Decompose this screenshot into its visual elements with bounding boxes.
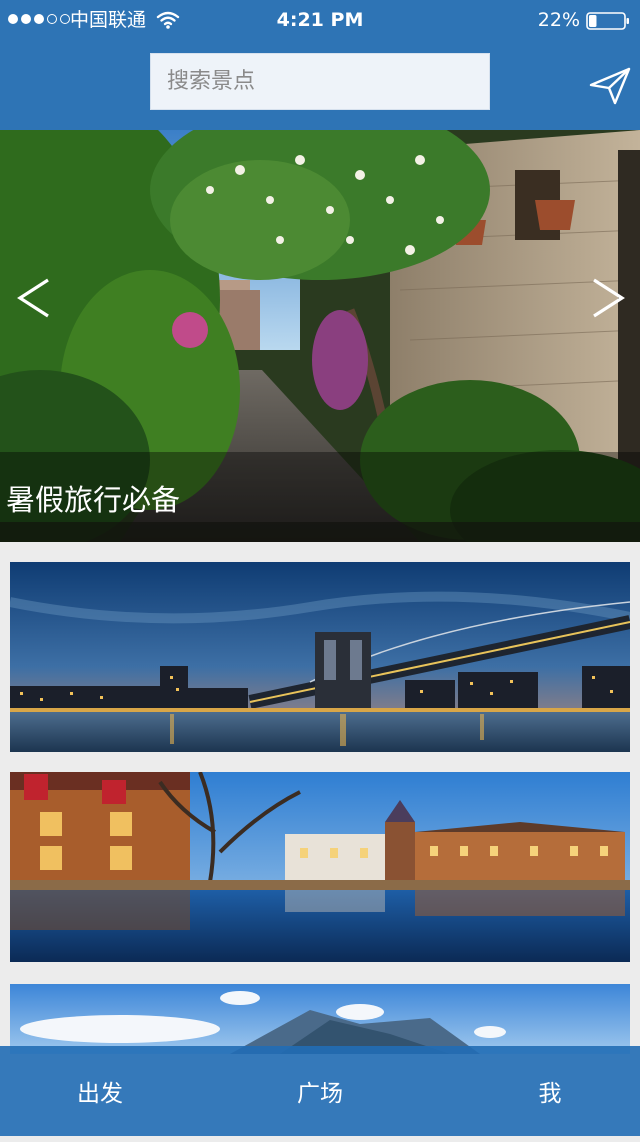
tab-depart[interactable]: 出发 (10, 1046, 190, 1136)
lakeside-town-image (10, 772, 630, 962)
mountain-lake-image (10, 984, 630, 1054)
carrier-name: 中国联通 (70, 9, 147, 31)
city-bridge-image (10, 562, 630, 752)
wifi-icon (156, 11, 180, 29)
tab-me[interactable]: 我 (460, 1046, 640, 1136)
hero-caption: 暑假旅行必备 (6, 483, 181, 517)
search-input[interactable] (150, 53, 490, 110)
hero-banner[interactable]: 暑假旅行必备 (0, 130, 640, 542)
status-bar: 中国联通 4:21 PM 22% (0, 0, 640, 40)
tab-plaza[interactable]: 广场 (230, 1046, 410, 1136)
bottom-tab-bar: 出发 广场 我 (0, 1046, 640, 1136)
destination-card[interactable] (10, 562, 630, 752)
paper-plane-icon[interactable] (588, 66, 632, 106)
previous-slide-icon[interactable] (12, 270, 56, 326)
next-slide-icon[interactable] (586, 270, 630, 326)
battery-icon (586, 12, 629, 30)
destination-card[interactable] (10, 772, 630, 962)
battery-percentage: 22% (537, 9, 580, 31)
signal-strength-icon (8, 14, 70, 26)
app-header: 中国联通 4:21 PM 22% (0, 0, 640, 130)
destination-card[interactable] (10, 984, 630, 1054)
